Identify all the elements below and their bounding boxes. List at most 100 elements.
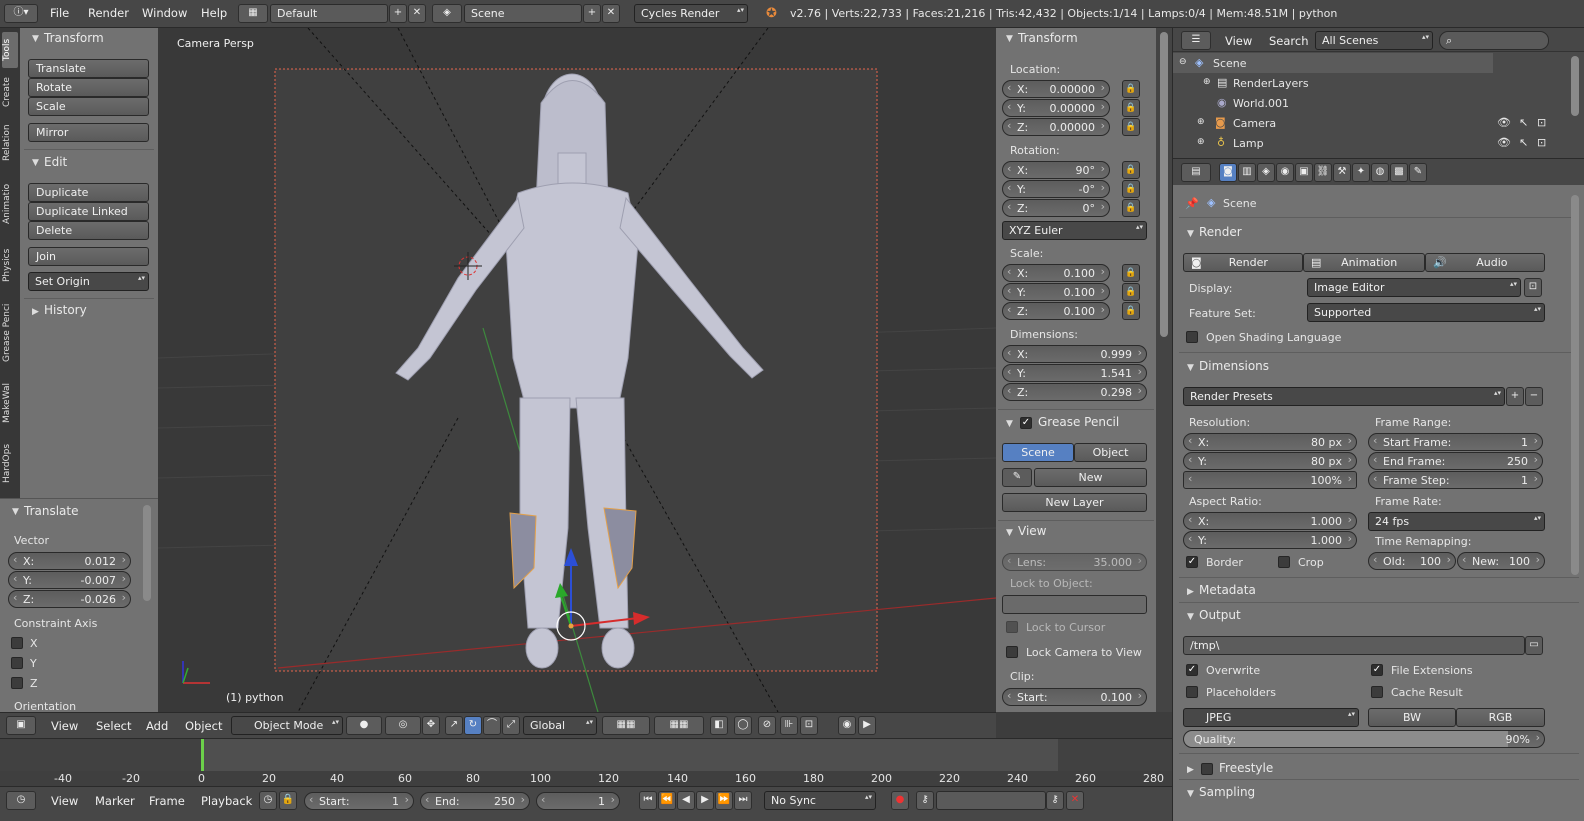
expand-icon[interactable]: ⊕ <box>1197 117 1205 127</box>
lock-cursor-checkbox[interactable] <box>1006 621 1018 633</box>
menu-object[interactable]: Object <box>185 719 222 733</box>
orientation-dropdown[interactable]: Global <box>523 716 597 735</box>
lock-object-field[interactable] <box>1002 595 1147 614</box>
lock-icon[interactable]: 🔒 <box>1122 180 1140 198</box>
constraint-z-checkbox[interactable] <box>11 677 23 689</box>
duplicate-button[interactable]: Duplicate <box>28 183 149 202</box>
manipulator-icon[interactable]: ✥ <box>422 716 440 735</box>
mode-dropdown[interactable]: Object Mode <box>231 716 343 735</box>
render-still-icon[interactable]: ◉ <box>838 716 856 735</box>
rotation-y-field[interactable]: Y: -0° <box>1002 180 1110 198</box>
tab-grease-pencil[interactable]: Grease Penci <box>2 296 18 370</box>
remove-layout-icon[interactable]: ✕ <box>408 4 426 23</box>
proportional-edit-icon[interactable]: ◯ <box>734 716 752 735</box>
file-format-dropdown[interactable]: JPEG <box>1183 708 1359 727</box>
combined-manipulator-icon[interactable]: ⤢ <box>502 716 520 735</box>
properties-scrollbar[interactable] <box>1571 195 1579 575</box>
timeline-menu-playback[interactable]: Playback <box>201 794 252 808</box>
constraints-tab-icon[interactable]: ⛓ <box>1314 163 1332 182</box>
3d-viewport[interactable]: Camera Persp (1) python <box>158 28 996 712</box>
dimensions-panel-title[interactable]: Dimensions <box>1199 359 1269 373</box>
outliner-filter-dropdown[interactable]: All Scenes <box>1315 31 1433 50</box>
outliner-item[interactable]: Lamp <box>1233 137 1264 150</box>
transform-panel-title[interactable]: Transform <box>44 31 104 45</box>
history-panel-title[interactable]: History <box>44 303 87 317</box>
pencil-icon[interactable]: ✎ <box>1002 468 1032 487</box>
freestyle-checkbox[interactable] <box>1201 763 1213 775</box>
clip-start-field[interactable]: Start: 0.100 <box>1002 688 1147 706</box>
mirror-button[interactable]: Mirror <box>28 123 149 142</box>
tab-makewalk[interactable]: MakeWal <box>2 376 18 430</box>
physics-tab-icon[interactable]: ✎ <box>1409 163 1427 182</box>
keying-set-icon[interactable]: ⚷ <box>916 791 934 810</box>
outliner-item[interactable]: RenderLayers <box>1233 77 1309 90</box>
bw-button[interactable]: BW <box>1368 708 1456 727</box>
playhead[interactable] <box>201 739 204 771</box>
remove-scene-icon[interactable]: ✕ <box>602 4 620 23</box>
renderable-camera-icon[interactable]: ⊡ <box>1537 136 1546 149</box>
selectable-arrow-icon[interactable]: ↖ <box>1519 116 1528 129</box>
material-tab-icon[interactable]: ◍ <box>1371 163 1389 182</box>
render-panel-title[interactable]: Render <box>1199 225 1242 239</box>
duplicate-linked-button[interactable]: Duplicate Linked <box>28 202 149 221</box>
menu-window[interactable]: Window <box>142 6 187 20</box>
translate-button[interactable]: Translate <box>28 59 149 78</box>
audio-button[interactable]: 🔊 Audio <box>1425 253 1545 272</box>
animation-button[interactable]: ▤ Animation <box>1303 253 1425 272</box>
output-path-input[interactable]: /tmp\ <box>1183 636 1525 655</box>
prev-keyframe-icon[interactable]: ⏪ <box>658 791 676 810</box>
scrollbar[interactable] <box>143 505 151 601</box>
layers-icon[interactable]: ▦▦ <box>602 716 650 735</box>
outliner-item[interactable]: Camera <box>1233 117 1276 130</box>
pin-icon[interactable]: 📌 <box>1185 197 1199 210</box>
outliner-menu-search[interactable]: Search <box>1269 34 1309 48</box>
rotation-x-field[interactable]: X: 90° <box>1002 161 1110 179</box>
object-tab-icon[interactable]: ▣ <box>1295 163 1313 182</box>
editor-type-icon[interactable]: ▣ <box>6 716 36 735</box>
lock-range-icon[interactable]: 🔒 <box>279 791 297 810</box>
dimensions-x-field[interactable]: X: 0.999 <box>1002 345 1147 363</box>
menu-file[interactable]: File <box>50 6 69 20</box>
gp-scene-button[interactable]: Scene <box>1002 443 1074 462</box>
rotation-z-field[interactable]: Z: 0° <box>1002 199 1110 217</box>
lock-camera-checkbox[interactable] <box>1006 646 1018 658</box>
vector-z-field[interactable]: Z: -0.026 <box>8 590 131 608</box>
aspect-x-field[interactable]: X: 1.000 <box>1183 512 1357 530</box>
next-keyframe-icon[interactable]: ⏩ <box>715 791 733 810</box>
record-icon[interactable]: ● <box>891 791 909 810</box>
quality-slider[interactable]: Quality: 90% <box>1183 730 1545 748</box>
menu-select[interactable]: Select <box>96 719 131 733</box>
keying-set-field[interactable] <box>936 791 1046 810</box>
join-button[interactable]: Join <box>28 247 149 266</box>
resolution-x-field[interactable]: X: 80 px <box>1183 433 1357 451</box>
outliner-item[interactable]: World.001 <box>1233 97 1289 110</box>
insert-keyframe-icon[interactable]: ⚷ <box>1046 791 1064 810</box>
location-y-field[interactable]: Y: 0.00000 <box>1002 99 1110 117</box>
data-tab-icon[interactable]: ✦ <box>1352 163 1370 182</box>
resolution-percent-field[interactable]: 100% <box>1183 471 1357 489</box>
play-icon[interactable]: ▶ <box>696 791 714 810</box>
lens-field[interactable]: Lens: 35.000 <box>1002 553 1147 571</box>
display-dropdown[interactable]: Image Editor <box>1307 278 1521 297</box>
render-anim-icon[interactable]: ▶ <box>858 716 876 735</box>
outliner-menu-view[interactable]: View <box>1225 34 1252 48</box>
display-options-icon[interactable]: ⊡ <box>1524 278 1542 297</box>
scene-icon[interactable]: ◈ <box>432 4 462 23</box>
lock-icon[interactable]: 🔒 <box>1122 161 1140 179</box>
preview-range-icon[interactable]: ◷ <box>259 791 277 810</box>
remap-old-field[interactable]: Old: 100 <box>1368 552 1456 570</box>
tab-create[interactable]: Create <box>2 72 18 112</box>
rotate-manipulator-icon[interactable]: ↻ <box>464 716 482 735</box>
freestyle-panel-title[interactable]: Freestyle <box>1219 761 1273 775</box>
sampling-panel-title[interactable]: Sampling <box>1199 785 1255 799</box>
metadata-panel-title[interactable]: Metadata <box>1199 583 1256 597</box>
snap-target-icon[interactable]: ⊡ <box>800 716 818 735</box>
lock-icon[interactable]: 🔒 <box>1122 118 1140 136</box>
lock-icon[interactable]: 🔒 <box>1122 99 1140 117</box>
expand-icon[interactable]: ⊕ <box>1197 137 1205 147</box>
sidebar-scrollbar[interactable] <box>1160 32 1168 337</box>
timeline-editor-icon[interactable]: ◷ <box>6 791 36 810</box>
dimensions-z-field[interactable]: Z: 0.298 <box>1002 383 1147 401</box>
location-x-field[interactable]: X: 0.00000 <box>1002 80 1110 98</box>
location-z-field[interactable]: Z: 0.00000 <box>1002 118 1110 136</box>
